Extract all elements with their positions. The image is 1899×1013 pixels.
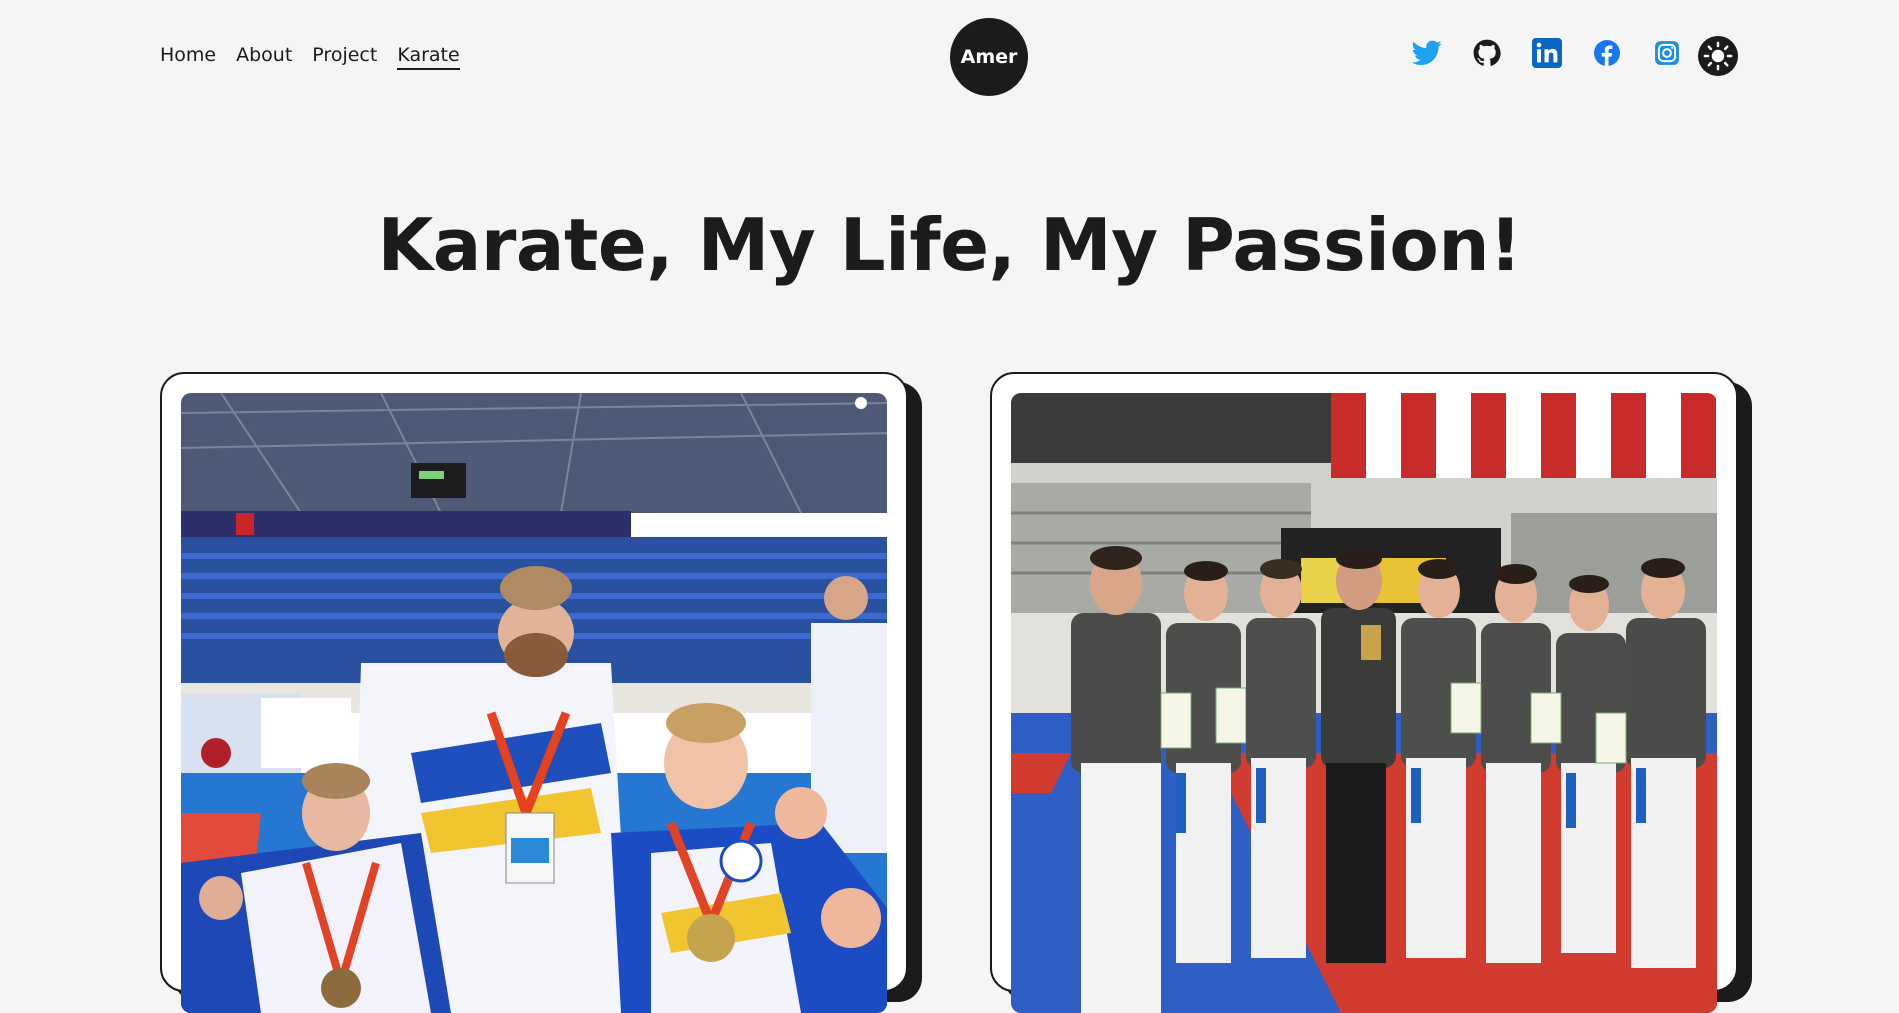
github-link[interactable] [1472,38,1502,68]
karate-team-photo [1011,393,1717,1013]
karate-photo-card[interactable] [160,372,908,1013]
facebook-icon [1594,40,1620,66]
sun-icon [1703,41,1733,71]
social-links [1412,38,1682,68]
instagram-link[interactable] [1652,38,1682,68]
instagram-icon [1655,41,1679,65]
twitter-link[interactable] [1412,38,1442,68]
page-title: Karate, My Life, My Passion! [377,203,1522,287]
nav-home-link[interactable]: Home [160,44,216,70]
karate-medalists-photo [181,393,887,1013]
theme-toggle-button[interactable] [1698,36,1738,76]
nav-project-link[interactable]: Project [312,44,377,70]
twitter-icon [1412,40,1442,65]
linkedin-link[interactable] [1532,38,1562,68]
logo-badge[interactable]: Amer [950,18,1028,96]
nav-karate-link[interactable]: Karate [397,44,460,70]
github-icon [1473,39,1501,66]
nav-about-link[interactable]: About [236,44,292,70]
site-header: Home About Project Karate Amer [0,0,1899,115]
facebook-link[interactable] [1592,38,1622,68]
karate-photo-card[interactable] [990,372,1738,1013]
linkedin-icon [1532,38,1562,68]
main-nav: Home About Project Karate [160,44,460,70]
